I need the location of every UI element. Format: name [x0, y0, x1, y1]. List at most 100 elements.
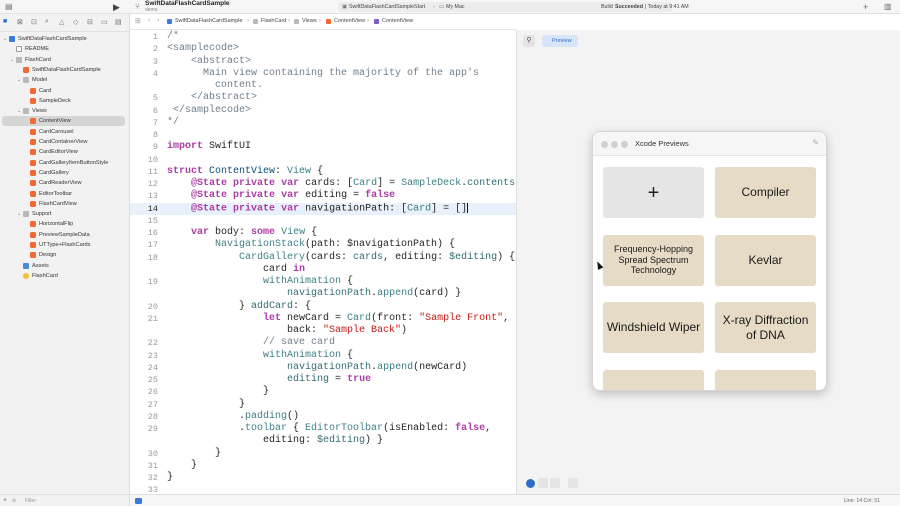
bookmark-icon[interactable]: ⊡ — [31, 18, 37, 26]
file-tree-item[interactable]: PreviewSampleData — [0, 230, 130, 240]
code-line[interactable]: 5 </abstract> — [130, 92, 516, 104]
file-tree-item[interactable]: ⌄ Model — [0, 75, 130, 85]
code-line[interactable]: 28 .padding() — [130, 411, 516, 423]
run-button[interactable]: ▶ — [113, 2, 120, 12]
code-line[interactable]: 27 } — [130, 399, 516, 411]
breadcrumb-file[interactable]: ContentView — [334, 18, 365, 24]
code-line[interactable]: 30 } — [130, 448, 516, 460]
code-line[interactable]: 10 — [130, 154, 516, 166]
file-tree-item[interactable]: README — [0, 44, 130, 54]
file-tree-item[interactable]: FlashCard — [0, 271, 130, 281]
file-tree-item[interactable]: HorizontalFlip — [0, 219, 130, 229]
file-tree-item[interactable]: FlashCardView — [0, 199, 130, 209]
code-line[interactable]: 25 editing = true — [130, 374, 516, 386]
add-card-button[interactable]: + — [603, 167, 704, 218]
file-tree-item[interactable]: Design — [0, 250, 130, 260]
code-line[interactable]: 23 withAnimation { — [130, 350, 516, 362]
close-window-button[interactable] — [601, 141, 608, 148]
add-icon[interactable]: + — [863, 2, 868, 12]
file-tree-item[interactable]: CardGallery — [0, 168, 130, 178]
code-line[interactable]: 12 @State private var cards: [Card] = Sa… — [130, 178, 516, 190]
disclosure-chevron-icon[interactable]: ⌄ — [17, 209, 21, 219]
code-line[interactable]: 32} — [130, 472, 516, 484]
code-line[interactable]: 22 // save card — [130, 337, 516, 349]
code-line[interactable]: 7 */ — [130, 117, 516, 129]
issue-icon[interactable]: △ — [59, 18, 64, 26]
code-line[interactable]: 29 .toolbar { EditorToolbar(isEnabled: f… — [130, 423, 516, 435]
code-line[interactable]: 3 <abstract> — [130, 56, 516, 68]
file-tree-item[interactable]: CardGalleryItemButtonStyle — [0, 158, 130, 168]
breadcrumb-views[interactable]: Views — [302, 18, 317, 24]
find-icon[interactable]: ⌕ — [45, 18, 49, 26]
code-line[interactable]: editing: $editing) } — [130, 435, 516, 447]
code-line[interactable]: back: "Sample Back") — [130, 325, 516, 337]
pin-icon[interactable]: ⚲ — [523, 35, 535, 47]
code-line[interactable]: 17 NavigationStack(path: $navigationPath… — [130, 239, 516, 251]
file-tree-item[interactable]: ⌄ FlashCard — [0, 55, 130, 65]
file-tree-item[interactable]: ⌄ Views — [0, 106, 130, 116]
code-line[interactable]: 1 /* — [130, 31, 516, 43]
file-tree-item[interactable]: Assets — [0, 261, 130, 271]
file-tree-item[interactable]: ContentView — [2, 116, 125, 127]
code-line[interactable]: 21 let newCard = Card(front: "Sample Fro… — [130, 313, 516, 325]
inspector-toggle-icon[interactable]: ▥ — [884, 2, 892, 12]
source-control-icon[interactable]: ⑂ — [135, 2, 140, 12]
device-settings-button[interactable] — [568, 478, 578, 488]
code-line[interactable]: 31 } — [130, 460, 516, 472]
back-chevron-icon[interactable]: ‹ — [148, 17, 150, 24]
code-line[interactable]: 4 Main view containing the majority of t… — [130, 68, 516, 80]
flash-card[interactable]: X-ray Diffraction of DNA — [715, 302, 816, 353]
breakpoint-icon[interactable]: ▭ — [101, 18, 108, 26]
file-tree-item[interactable]: CardCarousel — [0, 127, 130, 137]
code-line[interactable]: 9 import SwiftUI — [130, 141, 516, 153]
file-tree-item[interactable]: CardReaderView — [0, 178, 130, 188]
test-icon[interactable]: ◇ — [73, 18, 78, 26]
code-line[interactable]: content. — [130, 80, 516, 92]
filter-input[interactable]: Filter — [25, 498, 36, 504]
flash-card[interactable]: Kevlar — [715, 234, 816, 286]
minimize-window-button[interactable] — [611, 141, 618, 148]
code-line[interactable]: 6 </samplecode> — [130, 105, 516, 117]
file-tree-item[interactable]: CardEditorView — [0, 147, 130, 157]
disclosure-chevron-icon[interactable]: ⌄ — [17, 75, 21, 85]
report-icon[interactable]: ▤ — [115, 18, 122, 26]
file-tree-item[interactable]: Card — [0, 86, 130, 96]
code-line[interactable]: 19 withAnimation { — [130, 276, 516, 288]
preview-selector[interactable]: Preview — [542, 35, 578, 47]
breadcrumb-flashcard[interactable]: FlashCard — [261, 18, 286, 24]
scheme-selector[interactable]: SwiftDataFlashCardSampleStart — [349, 4, 425, 10]
code-line[interactable]: 15 — [130, 215, 516, 227]
folder-icon[interactable]: ■ — [3, 18, 7, 25]
code-line[interactable]: 24 navigationPath.append(newCard) — [130, 362, 516, 374]
source-control-icon[interactable]: ⊠ — [17, 18, 23, 26]
file-tree-item[interactable]: ⌄ SwiftDataFlashCardSample — [0, 34, 130, 44]
variants-button[interactable] — [550, 478, 560, 488]
add-file-icon[interactable]: + — [3, 497, 7, 504]
file-tree-item[interactable]: SwiftDataFlashCardSample — [0, 65, 130, 75]
debug-icon[interactable]: ⊟ — [87, 18, 93, 26]
source-editor[interactable]: 1/* 2 <samplecode> 3 <abstract> 4 Main view … — [130, 30, 516, 495]
code-line[interactable]: 26 } — [130, 386, 516, 398]
code-line[interactable]: 20 } addCard: { — [130, 301, 516, 313]
file-tree-item[interactable]: ⌄ Support — [0, 209, 130, 219]
flash-card[interactable] — [603, 369, 704, 390]
flash-card[interactable]: Windshield Wiper — [603, 302, 704, 353]
breadcrumb-symbol[interactable]: ContentView — [382, 18, 413, 24]
related-items-icon[interactable]: ⊞ — [135, 17, 141, 25]
code-line[interactable]: 16 var body: some View { — [130, 227, 516, 239]
sidebar-toggle-icon[interactable]: ▤ — [5, 2, 13, 12]
code-line[interactable]: navigationPath.append(card) } — [130, 288, 516, 300]
file-tree-item[interactable]: UTType+FlashCards — [0, 240, 130, 250]
disclosure-chevron-icon[interactable]: ⌄ — [17, 106, 21, 116]
flash-card[interactable]: Compiler — [715, 167, 816, 218]
code-line[interactable]: 18 CardGallery(cards: cards, editing: $e… — [130, 252, 516, 264]
code-line[interactable]: 8 — [130, 129, 516, 141]
debug-area-toggle-icon[interactable] — [135, 498, 142, 504]
zoom-window-button[interactable] — [621, 141, 628, 148]
flash-card[interactable] — [715, 369, 816, 390]
code-line[interactable]: 11 struct ContentView: View { — [130, 166, 516, 178]
destination-selector[interactable]: My Mac — [446, 4, 465, 10]
live-mode-button[interactable] — [526, 478, 535, 488]
file-tree-item[interactable]: EditorToolbar — [0, 189, 130, 199]
breadcrumb-project[interactable]: SwiftDataFlashCardSample — [175, 18, 243, 24]
